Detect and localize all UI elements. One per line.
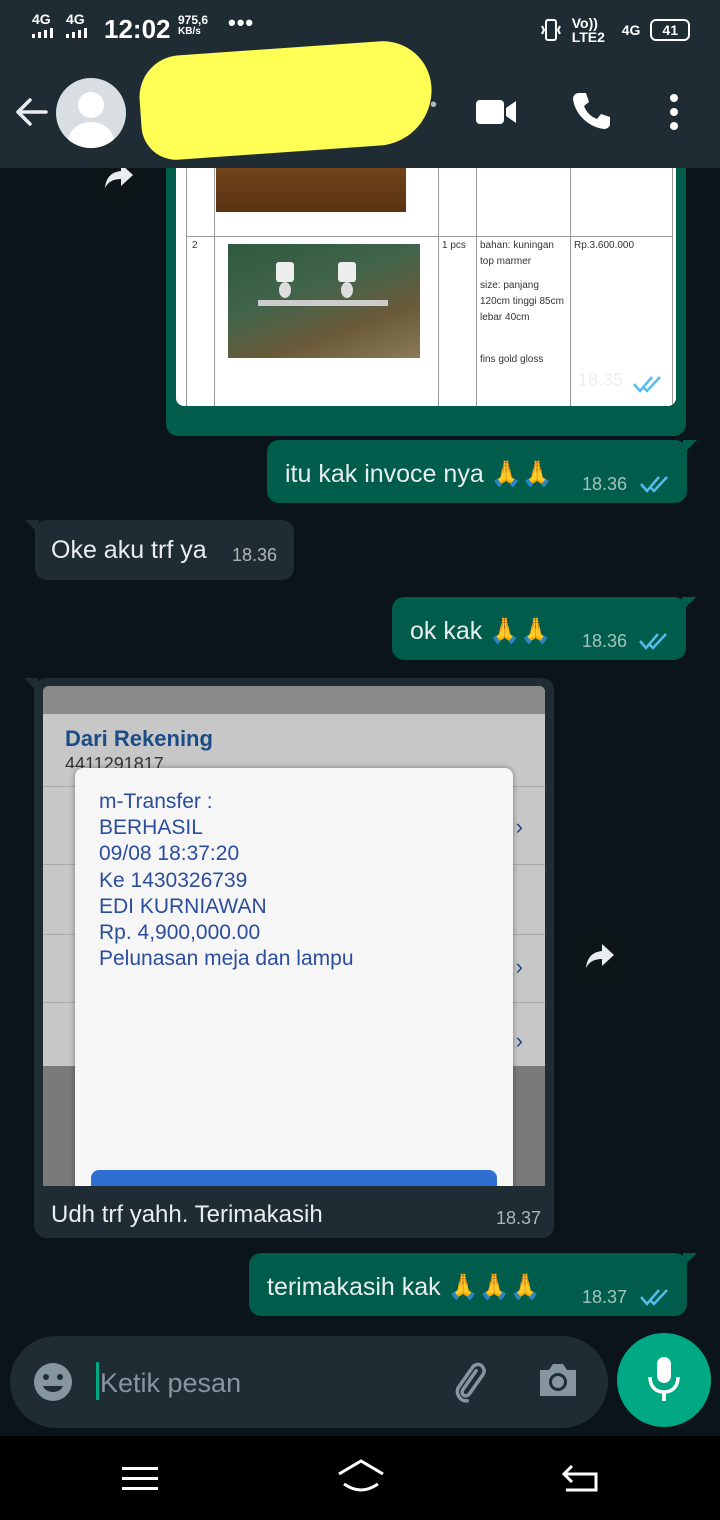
network-label: 4G: [32, 11, 51, 27]
popup-line: Pelunasan meja dan lampu: [99, 947, 354, 970]
attach-icon[interactable]: [448, 1360, 492, 1404]
message-time: 18.35: [578, 370, 624, 390]
volte-label: Vo)) LTE2: [571, 15, 605, 45]
video-call-icon[interactable]: [474, 96, 518, 128]
microphone-icon: [648, 1357, 680, 1401]
outgoing-message[interactable]: terimakasih kak 🙏🙏🙏 18.37: [249, 1253, 697, 1316]
transfer-receipt-message[interactable]: Dari Rekening 4411291817 › › › m-Transfe…: [24, 678, 554, 1238]
header-dot: •: [430, 94, 438, 116]
battery-indicator: 41: [650, 19, 690, 41]
popup-line: Rp. 4,900,000.00: [99, 921, 261, 944]
message-time: 18.36: [582, 474, 628, 494]
network-label: 4G: [66, 11, 85, 27]
message-composer: Ketik pesan: [10, 1336, 608, 1428]
chat-area[interactable]: cat 2 1 pcs bahan: kuningan top marmer s…: [0, 168, 720, 1330]
signal-indicator-1: 4G: [32, 12, 56, 40]
network-type: 4G: [621, 22, 641, 38]
product-photo-lamps: [228, 244, 420, 358]
invoice-size: size: panjang 120cm tinggi 85cm lebar 40…: [480, 280, 564, 323]
message-time: 18.37: [582, 1287, 628, 1307]
vibrate-icon: [540, 19, 561, 41]
signal-indicator-2: 4G: [66, 12, 96, 40]
voice-message-button[interactable]: [617, 1333, 711, 1427]
product-photo-table: [216, 168, 406, 212]
bg-account-label: Dari Rekening: [65, 726, 213, 751]
voice-call-icon[interactable]: [570, 90, 612, 132]
message-text: Oke aku trf ya: [51, 536, 207, 564]
message-time: 18.36: [232, 545, 278, 565]
network-speed: 975,6 KB/s: [178, 14, 208, 38]
camera-icon[interactable]: [536, 1360, 580, 1400]
text-cursor: [96, 1362, 99, 1400]
emoji-icon[interactable]: [32, 1361, 74, 1403]
signal-bars-icon: [66, 28, 87, 38]
message-text: Udh trf yahh. Terimakasih: [51, 1201, 323, 1228]
message-text: ok kak 🙏🙏: [410, 617, 552, 645]
read-receipt-icon: [640, 476, 668, 493]
popup-line: Ke 1430326739: [99, 869, 248, 892]
message-time: 18.37: [496, 1208, 542, 1228]
message-input[interactable]: Ketik pesan: [100, 1368, 241, 1399]
read-receipt-icon: [639, 633, 667, 650]
invoice-finish: fins gold gloss: [480, 354, 544, 365]
forward-button[interactable]: [88, 168, 150, 208]
invoice-material: bahan: kuningan top marmer: [480, 240, 554, 267]
status-right: Vo)) LTE2 4G 41: [540, 16, 690, 44]
chevron-right-icon: ›: [515, 1028, 523, 1053]
invoice-qty: 1 pcs: [442, 240, 466, 251]
message-time: 18.36: [582, 631, 628, 651]
message-text: itu kak invoce nya 🙏🙏: [285, 460, 553, 488]
popup-line: m-Transfer :: [99, 790, 213, 813]
popup-line: EDI KURNIAWAN: [99, 895, 267, 918]
forward-button[interactable]: [569, 926, 631, 988]
read-receipt-icon: [640, 1289, 668, 1306]
invoice-image-message[interactable]: cat 2 1 pcs bahan: kuningan top marmer s…: [166, 168, 686, 436]
back-nav-icon[interactable]: [560, 1462, 600, 1494]
forward-icon: [105, 168, 133, 188]
popup-ok-button: [91, 1170, 497, 1186]
invoice-price: Rp.3.600.000: [574, 240, 635, 251]
bg-account-number: 4411291817: [65, 754, 164, 768]
home-icon[interactable]: [336, 1458, 386, 1496]
chevron-right-icon: ›: [515, 814, 523, 839]
speed-value: 975,6: [178, 13, 209, 27]
incoming-message[interactable]: Oke aku trf ya 18.36: [25, 520, 294, 580]
more-notifications: •••: [228, 10, 255, 35]
speed-unit: KB/s: [178, 26, 201, 37]
redacted-contact-name[interactable]: [136, 37, 436, 163]
transfer-success-popup: m-Transfer : BERHASIL 09/08 18:37:20 Ke …: [75, 768, 513, 1186]
outgoing-message[interactable]: itu kak invoce nya 🙏🙏 18.36: [267, 440, 697, 503]
transfer-screenshot: Dari Rekening 4411291817 › › › m-Transfe…: [43, 686, 545, 1186]
avatar[interactable]: [56, 78, 126, 148]
recent-apps-icon[interactable]: [122, 1466, 158, 1492]
more-options-icon[interactable]: [664, 92, 684, 132]
forward-icon: [586, 944, 614, 968]
chevron-right-icon: ›: [515, 954, 523, 979]
message-text: terimakasih kak 🙏🙏🙏: [267, 1273, 541, 1301]
back-arrow-icon[interactable]: [14, 94, 50, 130]
outgoing-message[interactable]: ok kak 🙏🙏 18.36: [392, 597, 696, 660]
system-nav-bar: [0, 1436, 720, 1520]
signal-bars-icon: [32, 28, 53, 38]
read-receipt-icon: [633, 376, 661, 393]
clock: 12:02: [104, 14, 171, 44]
popup-line: BERHASIL: [99, 816, 203, 839]
invoice-row-number: 2: [192, 240, 198, 251]
popup-line: 09/08 18:37:20: [99, 842, 240, 865]
chat-header: •: [0, 37, 720, 168]
